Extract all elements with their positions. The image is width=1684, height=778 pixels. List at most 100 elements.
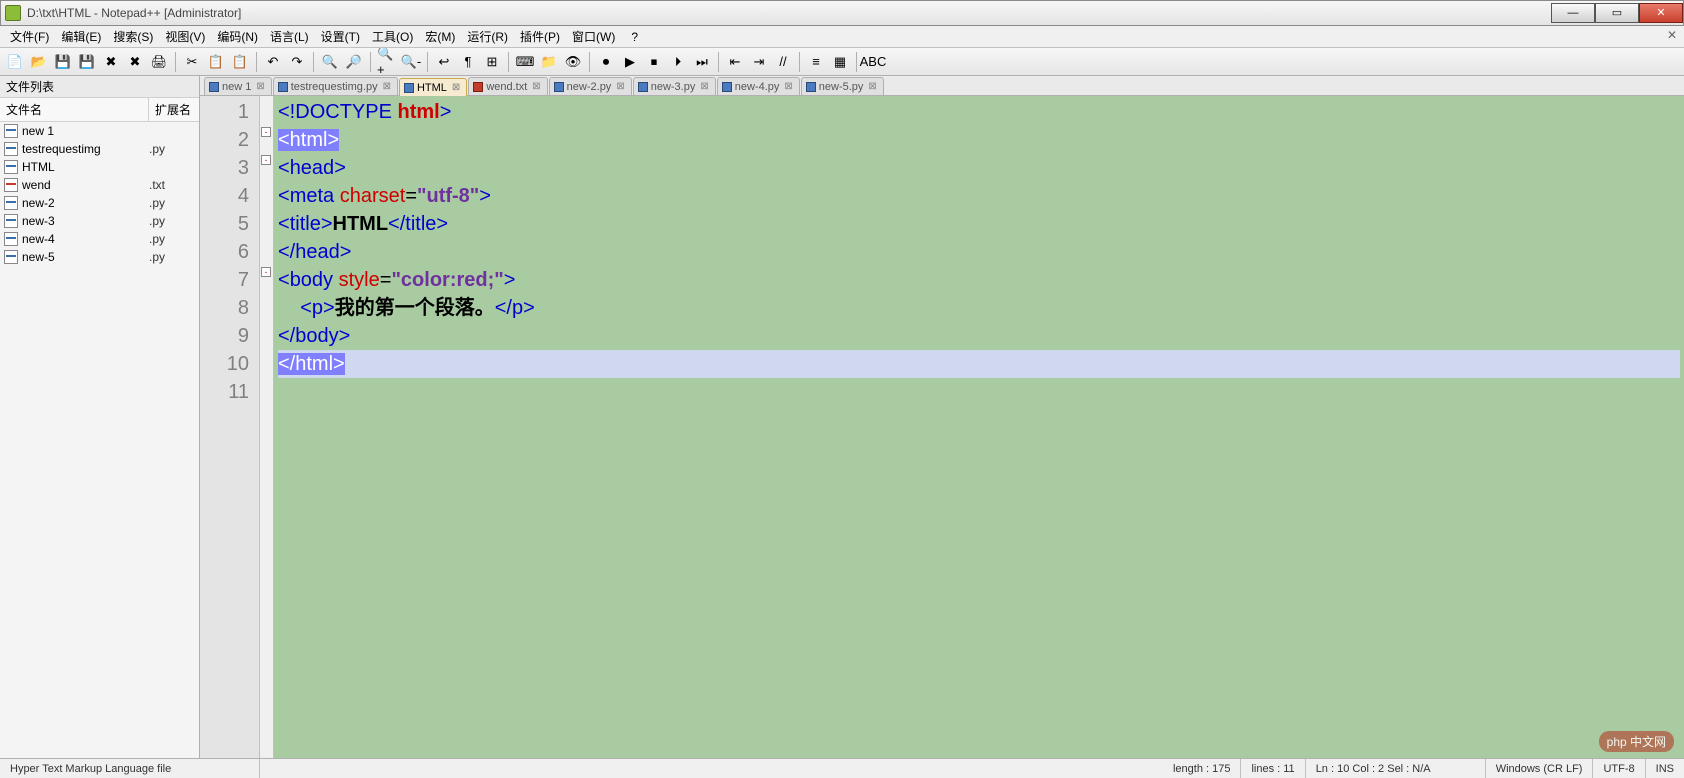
tab[interactable]: new-5.py⊠: [801, 77, 884, 95]
maximize-button[interactable]: ▭: [1595, 3, 1639, 23]
editor[interactable]: 1234567891011 --- <!DOCTYPE html><html><…: [200, 96, 1684, 758]
tab[interactable]: wend.txt⊠: [468, 77, 547, 95]
menu-item-1[interactable]: 编辑(E): [55, 28, 107, 46]
comment-icon[interactable]: //: [772, 51, 794, 73]
copy-icon[interactable]: 📋: [205, 51, 227, 73]
fold-toggle[interactable]: -: [261, 155, 271, 165]
close-all-icon[interactable]: ✖: [124, 51, 146, 73]
tab-close-icon[interactable]: ⊠: [700, 81, 708, 92]
code-line[interactable]: [278, 378, 1680, 406]
line-number: 3: [202, 154, 249, 182]
status-eol[interactable]: Windows (CR LF): [1486, 759, 1594, 778]
file-row[interactable]: testrequestimg.py: [0, 140, 199, 158]
fold-toggle[interactable]: -: [261, 267, 271, 277]
menu-item-3[interactable]: 视图(V): [159, 28, 211, 46]
menu-item-7[interactable]: 工具(O): [366, 28, 419, 46]
col-filename[interactable]: 文件名: [0, 98, 149, 121]
close-icon[interactable]: ✖: [100, 51, 122, 73]
tab-close-icon[interactable]: ⊠: [256, 81, 264, 92]
function-list-icon[interactable]: ≡: [805, 51, 827, 73]
tab[interactable]: new-4.py⊠: [717, 77, 800, 95]
file-list[interactable]: new 1testrequestimg.pyHTMLwend.txtnew-2.…: [0, 122, 199, 758]
play2-icon[interactable]: ⏵: [667, 51, 689, 73]
replace-icon[interactable]: 🔎: [343, 51, 365, 73]
tab-close-icon[interactable]: ⊠: [532, 81, 540, 92]
zoom-in-icon[interactable]: 🔍+: [376, 51, 398, 73]
close-button[interactable]: ✕: [1639, 3, 1683, 23]
folder-icon[interactable]: 📁: [538, 51, 560, 73]
code-line[interactable]: </html>: [278, 350, 1680, 378]
code-line[interactable]: <p>我的第一个段落。</p>: [278, 294, 1680, 322]
record-icon[interactable]: ⏺: [595, 51, 617, 73]
menu-item-4[interactable]: 编码(N): [211, 28, 264, 46]
code-line[interactable]: <body style="color:red;">: [278, 266, 1680, 294]
file-row[interactable]: new-2.py: [0, 194, 199, 212]
tab-close-icon[interactable]: ⊠: [452, 82, 460, 93]
lang-icon[interactable]: ⌨: [514, 51, 536, 73]
find-icon[interactable]: 🔍: [319, 51, 341, 73]
minimize-button[interactable]: —: [1551, 3, 1595, 23]
tab[interactable]: new-2.py⊠: [549, 77, 632, 95]
save-icon[interactable]: 💾: [52, 51, 74, 73]
redo-icon[interactable]: ↷: [286, 51, 308, 73]
code-line[interactable]: </head>: [278, 238, 1680, 266]
menu-item-11[interactable]: 窗口(W): [566, 28, 621, 46]
code-line[interactable]: <meta charset="utf-8">: [278, 182, 1680, 210]
code-line[interactable]: </body>: [278, 322, 1680, 350]
indent-right-icon[interactable]: ⇥: [748, 51, 770, 73]
menu-item-10[interactable]: 插件(P): [514, 28, 566, 46]
print-icon[interactable]: 🖨: [148, 51, 170, 73]
tab-close-icon[interactable]: ⊠: [616, 81, 624, 92]
spellcheck-icon[interactable]: ABC: [862, 51, 884, 73]
monitor-icon[interactable]: 👁: [562, 51, 584, 73]
tab-close-icon[interactable]: ⊠: [784, 81, 792, 92]
fold-column[interactable]: - - -: [260, 96, 274, 758]
code-line[interactable]: <html>: [278, 126, 1680, 154]
code-line[interactable]: <head>: [278, 154, 1680, 182]
indent-guide-icon[interactable]: ⊞: [481, 51, 503, 73]
code-line[interactable]: <!DOCTYPE html>: [278, 98, 1680, 126]
menu-item-6[interactable]: 设置(T): [315, 28, 366, 46]
file-row[interactable]: new 1: [0, 122, 199, 140]
status-insert-mode[interactable]: INS: [1646, 759, 1684, 778]
stop-icon[interactable]: ⏹: [643, 51, 665, 73]
indent-left-icon[interactable]: ⇤: [724, 51, 746, 73]
fast-icon[interactable]: ⏭: [691, 51, 713, 73]
menu-item-8[interactable]: 宏(M): [419, 28, 461, 46]
tab[interactable]: new-3.py⊠: [633, 77, 716, 95]
menu-item-2[interactable]: 搜索(S): [107, 28, 159, 46]
status-encoding[interactable]: UTF-8: [1593, 759, 1645, 778]
col-ext[interactable]: 扩展名: [149, 98, 199, 121]
zoom-out-icon[interactable]: 🔍-: [400, 51, 422, 73]
cut-icon[interactable]: ✂: [181, 51, 203, 73]
tab[interactable]: HTML⊠: [399, 78, 467, 96]
menu-item-9[interactable]: 运行(R): [461, 28, 514, 46]
tab[interactable]: testrequestimg.py⊠: [273, 77, 398, 95]
menu-item-5[interactable]: 语言(L): [264, 28, 315, 46]
doc-map-icon[interactable]: ▦: [829, 51, 851, 73]
wordwrap-icon[interactable]: ↩: [433, 51, 455, 73]
paste-icon[interactable]: 📋: [229, 51, 251, 73]
new-file-icon[interactable]: 📄: [4, 51, 26, 73]
tab[interactable]: new 1⊠: [204, 77, 272, 95]
file-row[interactable]: new-5.py: [0, 248, 199, 266]
code-area[interactable]: <!DOCTYPE html><html><head><meta charset…: [274, 96, 1684, 758]
undo-icon[interactable]: ↶: [262, 51, 284, 73]
play-icon[interactable]: ▶: [619, 51, 641, 73]
file-row[interactable]: HTML: [0, 158, 199, 176]
fold-toggle[interactable]: -: [261, 127, 271, 137]
open-file-icon[interactable]: 📂: [28, 51, 50, 73]
file-row[interactable]: wend.txt: [0, 176, 199, 194]
tab-close-icon[interactable]: ⊠: [868, 81, 876, 92]
menu-item-0[interactable]: 文件(F): [4, 28, 55, 46]
file-row[interactable]: new-3.py: [0, 212, 199, 230]
file-row[interactable]: new-4.py: [0, 230, 199, 248]
menu-help[interactable]: ?: [625, 28, 644, 46]
allchars-icon[interactable]: ¶: [457, 51, 479, 73]
save-all-icon[interactable]: 💾: [76, 51, 98, 73]
status-length: length : 175: [1163, 759, 1242, 778]
code-line[interactable]: <title>HTML</title>: [278, 210, 1680, 238]
line-number: 1: [202, 98, 249, 126]
tab-close-icon[interactable]: ⊠: [383, 81, 391, 92]
doc-close-button[interactable]: ✕: [1664, 28, 1680, 44]
